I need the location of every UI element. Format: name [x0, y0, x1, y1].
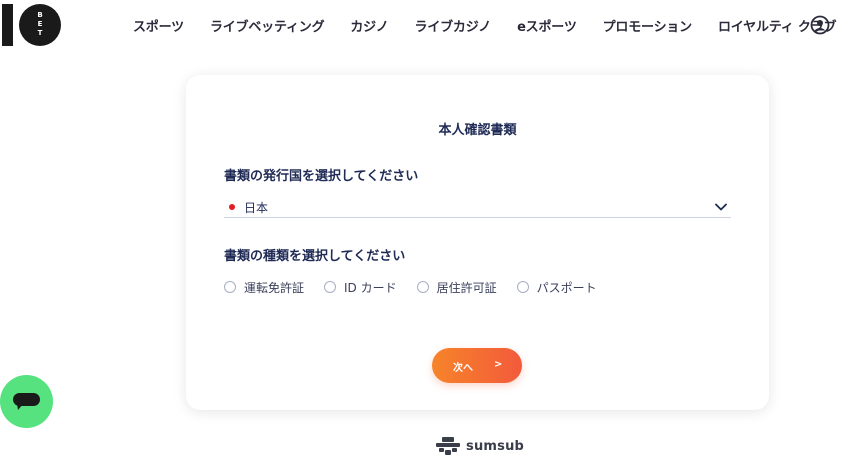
radio-button[interactable]: [416, 281, 429, 293]
doc-type-passport[interactable]: パスポート: [516, 279, 597, 296]
nav-item-promotions[interactable]: プロモーション: [603, 16, 693, 35]
country-label: 書類の発行国を選択してください: [224, 169, 419, 184]
nav-item-sports[interactable]: スポーツ: [133, 16, 184, 35]
doc-type-label: 書類の種類を選択してください: [224, 249, 406, 264]
next-button-label: 次へ: [453, 363, 473, 374]
card-title: 本人確認書類: [438, 123, 517, 138]
radio-label: 運転免許証: [244, 280, 305, 295]
doc-type-residence-permit[interactable]: 居住許可証: [416, 279, 497, 296]
nav-item-esports[interactable]: eスポーツ: [517, 16, 577, 35]
svg-text:B: B: [37, 11, 42, 19]
sumsub-branding: sumsub: [436, 436, 524, 456]
svg-text:E: E: [38, 20, 43, 28]
radio-button[interactable]: [224, 281, 236, 293]
user-circle-icon[interactable]: [810, 15, 830, 35]
next-button[interactable]: 次へ >: [432, 348, 522, 383]
radio-label: パスポート: [536, 280, 597, 295]
nav-item-live-betting[interactable]: ライブベッティング: [210, 16, 325, 35]
chat-bubble-icon: [13, 393, 40, 410]
next-arrow-icon: >: [494, 359, 503, 370]
country-value: 日本: [244, 201, 269, 215]
site-header: B E T スポーツ ライブベッティング カジノ ライブカジノ eスポーツ プロ…: [0, 0, 850, 50]
radio-label: ID カード: [344, 280, 397, 295]
nav-item-casino[interactable]: カジノ: [350, 16, 388, 35]
nav-item-live-casino[interactable]: ライブカジノ: [415, 16, 492, 35]
10bet-logo[interactable]: B E T: [2, 4, 62, 46]
id-document-card: 本人確認書類 書類の発行国を選択してください 日本 書類の種類を選択してください…: [186, 75, 769, 410]
japan-flag-icon: [229, 204, 235, 210]
doc-type-id-card[interactable]: ID カード: [324, 279, 397, 296]
country-select[interactable]: 日本: [224, 197, 731, 218]
chevron-down-icon: [715, 203, 727, 211]
radio-button[interactable]: [516, 281, 529, 293]
sumsub-logo-icon: [436, 437, 460, 455]
doc-type-radio-group: 運転免許証 ID カード 居住許可証 パスポート: [224, 278, 617, 296]
radio-label: 居住許可証: [436, 280, 497, 295]
chat-widget-button[interactable]: [0, 375, 53, 428]
radio-button[interactable]: [324, 281, 337, 293]
svg-text:T: T: [38, 29, 43, 37]
main-nav: スポーツ ライブベッティング カジノ ライブカジノ eスポーツ プロモーション …: [133, 0, 837, 50]
doc-type-drivers-license[interactable]: 運転免許証: [224, 279, 304, 296]
sumsub-brand-text: sumsub: [466, 438, 525, 454]
